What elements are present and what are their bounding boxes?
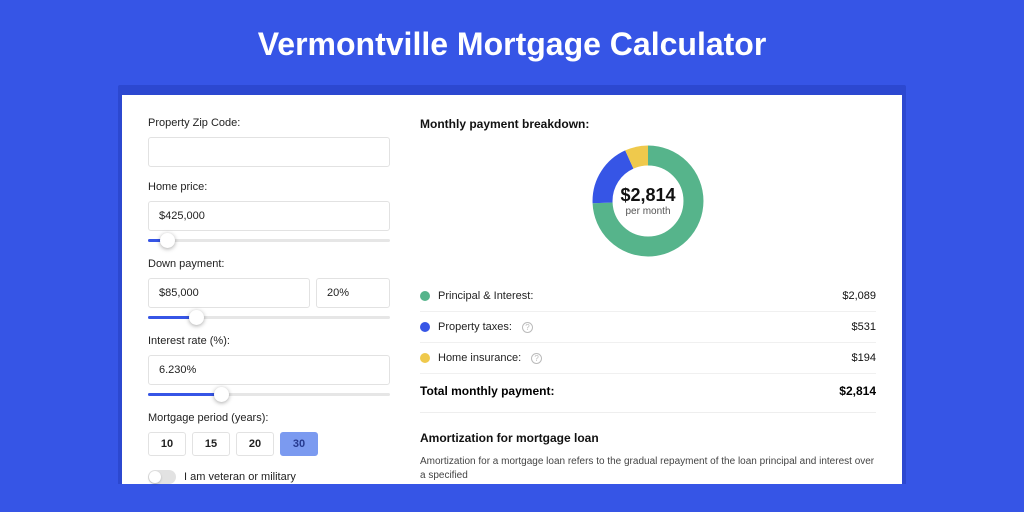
veteran-row: I am veteran or military [148,470,390,484]
period-option-10[interactable]: 10 [148,432,186,456]
rate-field: Interest rate (%): [148,335,390,385]
total-row: Total monthly payment: $2,814 [420,374,876,413]
donut-center: $2,814 per month [588,141,708,261]
legend-dot [420,322,430,332]
period-options: 10 15 20 30 [148,432,390,456]
slider-track [148,239,390,242]
period-option-30[interactable]: 30 [280,432,318,456]
price-input[interactable] [148,201,390,231]
donut-chart-container: $2,814 per month [420,141,876,261]
legend-dot [420,291,430,301]
down-percent-input[interactable] [316,278,390,308]
rate-slider[interactable] [148,388,390,402]
slider-thumb[interactable] [189,310,204,325]
card-shadow: Property Zip Code: Home price: Down paym… [118,85,906,484]
breakdown-panel: Monthly payment breakdown: $2,814 per mo… [420,117,876,484]
period-option-20[interactable]: 20 [236,432,274,456]
slider-thumb[interactable] [160,233,175,248]
period-option-15[interactable]: 15 [192,432,230,456]
legend-dot [420,353,430,363]
legend-left: Principal & Interest: [420,290,533,302]
down-amount-input[interactable] [148,278,310,308]
breakdown-title: Monthly payment breakdown: [420,117,876,131]
total-value: $2,814 [839,384,876,398]
rate-input[interactable] [148,355,390,385]
legend-left: Property taxes: ? [420,321,533,333]
total-label: Total monthly payment: [420,384,554,398]
legend-row-principal: Principal & Interest: $2,089 [420,281,876,312]
legend-row-taxes: Property taxes: ? $531 [420,312,876,343]
legend-left: Home insurance: ? [420,352,542,364]
calculator-card: Property Zip Code: Home price: Down paym… [122,95,902,484]
down-label: Down payment: [148,258,390,270]
price-label: Home price: [148,181,390,193]
page-title: Vermontville Mortgage Calculator [0,0,1024,85]
info-icon[interactable]: ? [531,353,542,364]
price-slider[interactable] [148,234,390,248]
down-row [148,278,390,308]
legend-label: Property taxes: [438,321,512,333]
period-label: Mortgage period (years): [148,412,390,424]
donut-sub: per month [625,206,670,217]
slider-thumb[interactable] [214,387,229,402]
amortization-title: Amortization for mortgage loan [420,431,876,445]
info-icon[interactable]: ? [522,322,533,333]
zip-field: Property Zip Code: [148,117,390,167]
veteran-toggle[interactable] [148,470,176,484]
down-slider[interactable] [148,311,390,325]
zip-label: Property Zip Code: [148,117,390,129]
rate-label: Interest rate (%): [148,335,390,347]
inputs-panel: Property Zip Code: Home price: Down paym… [148,117,390,484]
legend-value: $194 [852,352,876,364]
down-field: Down payment: [148,258,390,308]
legend-value: $531 [852,321,876,333]
legend-value: $2,089 [842,290,876,302]
donut-chart: $2,814 per month [588,141,708,261]
legend-label: Principal & Interest: [438,290,533,302]
veteran-label: I am veteran or military [184,471,296,483]
zip-input[interactable] [148,137,390,167]
donut-amount: $2,814 [620,185,675,206]
legend-row-insurance: Home insurance: ? $194 [420,343,876,374]
legend-label: Home insurance: [438,352,521,364]
price-field: Home price: [148,181,390,231]
amortization-text: Amortization for a mortgage loan refers … [420,455,876,483]
slider-fill [148,393,221,396]
